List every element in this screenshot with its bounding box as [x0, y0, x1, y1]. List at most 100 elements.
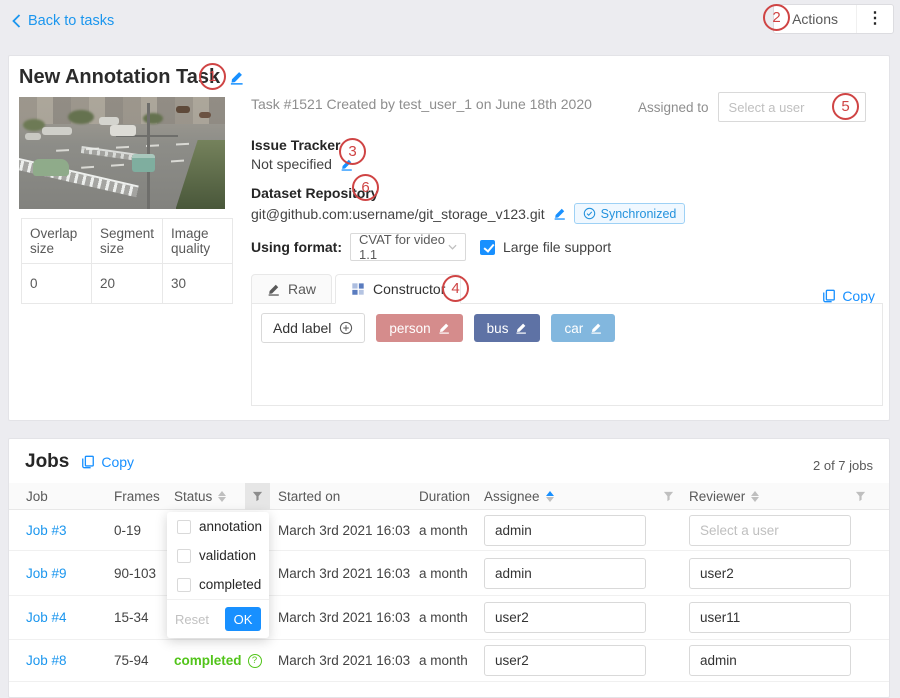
- task-meta: Task #1521 Created by test_user_1 on Jun…: [251, 96, 592, 112]
- ellipsis-vertical-icon[interactable]: ⋮: [856, 5, 893, 33]
- jobs-table-header: Job Frames Status Started on Duration As…: [9, 483, 889, 510]
- edit-repository-icon[interactable]: [553, 207, 566, 220]
- preview-van-white: [99, 117, 119, 125]
- reviewer-select[interactable]: [689, 602, 851, 633]
- assigned-to-label: Assigned to: [638, 100, 709, 115]
- constructor-blocks-icon: [351, 282, 365, 296]
- preview-van-teal: [132, 154, 155, 172]
- column-assignee[interactable]: Assignee: [484, 483, 689, 510]
- column-status[interactable]: Status: [174, 483, 278, 510]
- check-circle-icon: [583, 207, 596, 220]
- param-header-overlap: Overlap size: [22, 219, 92, 264]
- add-label-button[interactable]: Add label: [261, 313, 365, 343]
- back-to-tasks-link[interactable]: Back to tasks: [12, 13, 114, 29]
- filter-option-completed[interactable]: completed: [167, 570, 269, 599]
- status-cell: completed ?: [174, 653, 278, 668]
- assignee-select[interactable]: [484, 515, 646, 546]
- copy-icon: [822, 289, 836, 303]
- pencil-icon: [267, 283, 280, 296]
- preview-lane-marking: [56, 142, 200, 152]
- issue-tracker-value: Not specified: [251, 156, 332, 172]
- started-cell: March 3rd 2021 16:03: [278, 653, 419, 668]
- column-assignee-label: Assignee: [484, 489, 540, 504]
- preview-car-green: [33, 159, 69, 176]
- assignee-select[interactable]: [484, 645, 646, 676]
- preview-car-white: [42, 127, 72, 135]
- preview-buildings: [19, 97, 225, 124]
- labels-copy-button[interactable]: Copy: [822, 288, 875, 304]
- preview-tree: [143, 113, 163, 124]
- job-link[interactable]: Job #3: [26, 523, 114, 538]
- jobs-copy-button[interactable]: Copy: [81, 454, 134, 470]
- task-details-card: New Annotation Task Overlap size Segment…: [8, 55, 890, 421]
- started-cell: March 3rd 2021 16:03: [278, 523, 419, 538]
- status-completed-label: completed: [174, 653, 242, 668]
- chevron-down-icon: [448, 244, 457, 250]
- copy-icon: [81, 455, 95, 469]
- reviewer-select[interactable]: [689, 558, 851, 589]
- completed-checkbox[interactable]: [177, 578, 191, 592]
- reviewer-select[interactable]: [689, 515, 851, 546]
- plus-circle-icon: [339, 321, 353, 335]
- job-link[interactable]: Job #9: [26, 566, 114, 581]
- column-duration: Duration: [419, 483, 484, 510]
- assignee-select[interactable]: [484, 558, 646, 589]
- format-select[interactable]: CVAT for video 1.1: [350, 233, 466, 261]
- filter-option-annotation[interactable]: annotation: [167, 512, 269, 541]
- format-select-value: CVAT for video 1.1: [359, 232, 448, 262]
- preview-car-white: [25, 133, 41, 140]
- preview-car-dark: [176, 106, 190, 113]
- table-row: Job #4 15-34 March 3rd 2021 16:03 a mont…: [9, 596, 889, 640]
- reviewer-filter-icon[interactable]: [848, 483, 873, 510]
- edit-label-icon[interactable]: [438, 322, 450, 334]
- validation-checkbox[interactable]: [177, 549, 191, 563]
- tab-raw[interactable]: Raw: [251, 274, 332, 304]
- add-label-button-label: Add label: [273, 320, 331, 336]
- status-filter-icon[interactable]: [245, 483, 270, 510]
- sync-status-badge: Synchronized: [574, 203, 686, 224]
- filter-option-validation[interactable]: validation: [167, 541, 269, 570]
- filter-ok-button[interactable]: OK: [225, 607, 261, 631]
- back-to-tasks-label: Back to tasks: [28, 13, 114, 29]
- task-params-table: Overlap size Segment size Image quality …: [21, 218, 233, 304]
- filter-reset-button[interactable]: Reset: [175, 612, 209, 627]
- duration-cell: a month: [419, 523, 484, 538]
- annotation-circle-4: 4: [442, 275, 469, 302]
- reviewer-select[interactable]: [689, 645, 851, 676]
- jobs-copy-label: Copy: [101, 454, 134, 470]
- assignee-select[interactable]: [484, 602, 646, 633]
- annotation-circle-2: 2: [763, 4, 790, 31]
- annotation-circle-3: 3: [339, 138, 366, 165]
- label-chip-person[interactable]: person: [376, 314, 462, 342]
- label-constructor-panel: Add label person bus car: [251, 303, 883, 406]
- sort-icon-active[interactable]: [546, 491, 554, 502]
- edit-title-icon[interactable]: [229, 70, 244, 85]
- label-chip-car[interactable]: car: [551, 314, 615, 342]
- column-reviewer-label: Reviewer: [689, 489, 745, 504]
- column-frames: Frames: [114, 483, 174, 510]
- column-reviewer[interactable]: Reviewer: [689, 483, 889, 510]
- actions-button[interactable]: Actions ⋮: [773, 4, 894, 34]
- filter-option-annotation-label: annotation: [199, 519, 262, 534]
- sort-icon[interactable]: [751, 491, 759, 502]
- frames-cell: 90-103: [114, 566, 174, 581]
- large-file-support-checkbox[interactable]: [480, 240, 495, 255]
- job-link[interactable]: Job #4: [26, 610, 114, 625]
- annotation-circle-5: 5: [832, 93, 859, 120]
- frames-cell: 75-94: [114, 653, 174, 668]
- annotation-circle-6: 6: [352, 174, 379, 201]
- question-circle-icon[interactable]: ?: [248, 654, 262, 668]
- sort-icon[interactable]: [218, 491, 226, 502]
- annotation-circle-1: 1: [199, 63, 226, 90]
- preview-van-white: [110, 125, 136, 136]
- param-header-quality: Image quality: [163, 219, 233, 264]
- job-link[interactable]: Job #8: [26, 653, 114, 668]
- task-preview-image: [19, 97, 225, 209]
- jobs-count: 2 of 7 jobs: [813, 458, 873, 473]
- param-value-quality: 30: [163, 264, 233, 304]
- edit-label-icon[interactable]: [515, 322, 527, 334]
- edit-label-icon[interactable]: [590, 322, 602, 334]
- label-chip-bus[interactable]: bus: [474, 314, 541, 342]
- annotation-checkbox[interactable]: [177, 520, 191, 534]
- assignee-filter-icon[interactable]: [656, 483, 681, 510]
